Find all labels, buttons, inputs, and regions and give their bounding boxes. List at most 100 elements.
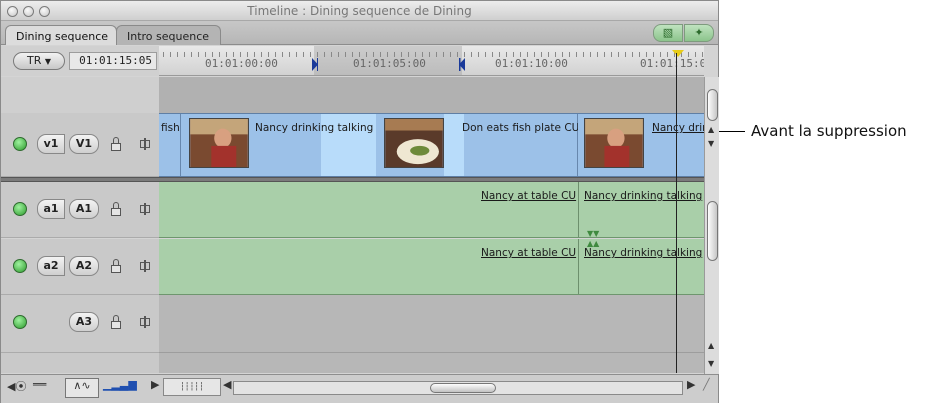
current-timecode-field[interactable]: 01:01:15:05	[69, 52, 157, 70]
clip-thumbnail	[189, 118, 249, 168]
ruler-tick	[331, 52, 332, 57]
scroll-down-arrow-icon[interactable]: ▼	[708, 139, 714, 148]
audio-clip-name[interactable]: Nancy drinking talking	[584, 190, 702, 202]
scroll-right-arrow-icon[interactable]: ▶	[151, 378, 159, 391]
track-header-a3: A3	[1, 295, 159, 353]
speaker-icon[interactable]	[13, 202, 27, 216]
empty-track-area	[159, 77, 704, 113]
tr-popup-button[interactable]: TR ▼	[13, 52, 65, 70]
ruler-tick	[163, 52, 164, 57]
scroll-up-arrow-icon[interactable]: ▲	[708, 125, 714, 134]
tab-dining-sequence[interactable]: Dining sequence	[5, 25, 118, 45]
ruler-tick	[583, 52, 584, 57]
source-control-v1[interactable]: v1	[37, 134, 65, 154]
snapping-button[interactable]: ▧	[653, 24, 683, 42]
ruler-tick	[632, 52, 633, 57]
track-visibility-icon[interactable]	[13, 137, 27, 151]
track-header-a1: a1 A1	[1, 182, 159, 238]
audio-clip-name[interactable]: Nancy at table CU	[481, 190, 576, 202]
tab-intro-sequence[interactable]: Intro sequence	[116, 25, 221, 45]
auto-select-icon[interactable]	[139, 203, 151, 215]
scroll-down-arrow-icon[interactable]: ▼	[708, 359, 714, 368]
audio-track-a1[interactable]: Nancy at table CU Nancy drinking talking…	[159, 182, 704, 238]
destination-control-a1[interactable]: A1	[69, 199, 99, 219]
lock-icon[interactable]	[111, 137, 121, 151]
in-point-icon[interactable]	[312, 58, 318, 71]
horizontal-scroll-thumb[interactable]	[430, 383, 496, 393]
callout-leader-line	[719, 131, 745, 132]
track-height-icon[interactable]: ══	[33, 378, 46, 391]
ruler-tick	[478, 52, 479, 57]
linking-button[interactable]: ✦	[684, 24, 714, 42]
window-title: Timeline : Dining sequence de Dining	[247, 4, 472, 18]
clip-name: Nancy drinking talking	[652, 122, 704, 134]
auto-select-icon[interactable]	[139, 260, 151, 272]
source-control-a1[interactable]: a1	[37, 199, 65, 219]
audio-track-a2[interactable]: ▲▲ Nancy at table CU Nancy drinking talk…	[159, 239, 704, 295]
playhead-line[interactable]	[676, 53, 677, 373]
video-clip[interactable]: Don eats fish plate CU	[376, 114, 580, 176]
time-ruler[interactable]: 01:01:00:00 01:01:05:00 01:01:10:00 01:0…	[159, 46, 704, 76]
lock-icon[interactable]	[111, 259, 121, 273]
sequence-tab-bar: Dining sequence Intro sequence ▧ ✦	[1, 21, 718, 45]
clip-boundary	[578, 182, 579, 237]
video-clip[interactable]: fish	[159, 114, 181, 176]
scroll-right-arrow-icon[interactable]: ▶	[687, 378, 695, 391]
ruler-tick	[429, 52, 430, 57]
destination-control-a3[interactable]: A3	[69, 312, 99, 332]
scroll-left-arrow-icon[interactable]: ◀	[223, 378, 231, 391]
ruler-tick	[296, 52, 297, 57]
playhead-marker[interactable]	[672, 50, 684, 57]
lock-icon[interactable]	[111, 202, 121, 216]
ruler-tick	[177, 52, 178, 57]
ruler-tick	[184, 52, 185, 57]
ruler-tick	[618, 52, 619, 57]
video-scroll-thumb[interactable]	[707, 89, 718, 121]
out-point-icon[interactable]	[459, 58, 465, 71]
ruler-tick	[597, 52, 598, 57]
ruler-tick	[604, 52, 605, 57]
horizontal-scrollbar[interactable]	[233, 381, 683, 395]
ruler-label: 01:01:05:00	[353, 57, 426, 70]
timeline-window: Timeline : Dining sequence de Dining Din…	[0, 0, 719, 403]
ruler-tick	[576, 52, 577, 57]
auto-select-icon[interactable]	[139, 138, 151, 150]
video-track-v1[interactable]: fish Nancy drinking talking Don eats fis…	[159, 113, 704, 177]
speaker-icon[interactable]	[13, 259, 27, 273]
snapping-icon: ▧	[662, 26, 674, 39]
ruler-tick	[443, 52, 444, 57]
bottom-toolbar: ◀⦿ ══ ∧∿ ▁▂▃▆ ▶ ┆┆┆┆┆ ◀ ▶ ╱	[1, 374, 718, 403]
vertical-scrollbar[interactable]: ▲ ▼ ▲ ▼	[704, 77, 719, 374]
audio-clip-name[interactable]: Nancy at table CU	[481, 247, 576, 259]
video-clip[interactable]: Nancy drinking talking	[578, 114, 704, 176]
scroll-up-arrow-icon[interactable]: ▲	[708, 341, 714, 350]
source-control-a2[interactable]: a2	[37, 256, 65, 276]
speaker-icon[interactable]	[13, 315, 27, 329]
ruler-tick	[198, 52, 199, 57]
audio-track-a3[interactable]	[159, 295, 704, 353]
audio-clip-name[interactable]: Nancy drinking talking	[584, 247, 702, 259]
lock-icon[interactable]	[111, 315, 121, 329]
clip-keyframes-icon[interactable]: ∧∿	[65, 378, 99, 398]
destination-control-v1[interactable]: V1	[69, 134, 99, 154]
clip-name: Nancy drinking talking	[255, 122, 374, 134]
audio-scroll-thumb[interactable]	[707, 201, 718, 261]
chevron-down-icon: ▼	[44, 57, 52, 66]
destination-control-a2[interactable]: A2	[69, 256, 99, 276]
ruler-tick	[303, 52, 304, 57]
resize-grip-icon[interactable]: ╱	[703, 378, 710, 391]
ruler-tick	[338, 52, 339, 57]
zoom-slider[interactable]: ┆┆┆┆┆	[163, 378, 221, 396]
video-clip[interactable]: Nancy drinking talking	[181, 114, 376, 176]
auto-select-icon[interactable]	[139, 316, 151, 328]
ruler-tick	[464, 52, 465, 57]
track-layout-icon[interactable]: ▁▂▃▆	[103, 378, 137, 391]
ruler-tick	[191, 52, 192, 57]
ruler-tick	[492, 52, 493, 57]
audio-level-icon[interactable]: ◀⦿	[7, 378, 26, 394]
clip-thumbnail	[584, 118, 644, 168]
clip-name: Don eats fish plate CU	[462, 122, 580, 134]
ruler-tick	[485, 52, 486, 57]
empty-track-header	[1, 77, 159, 113]
ruler-label: 01:01:15:00	[640, 57, 704, 70]
